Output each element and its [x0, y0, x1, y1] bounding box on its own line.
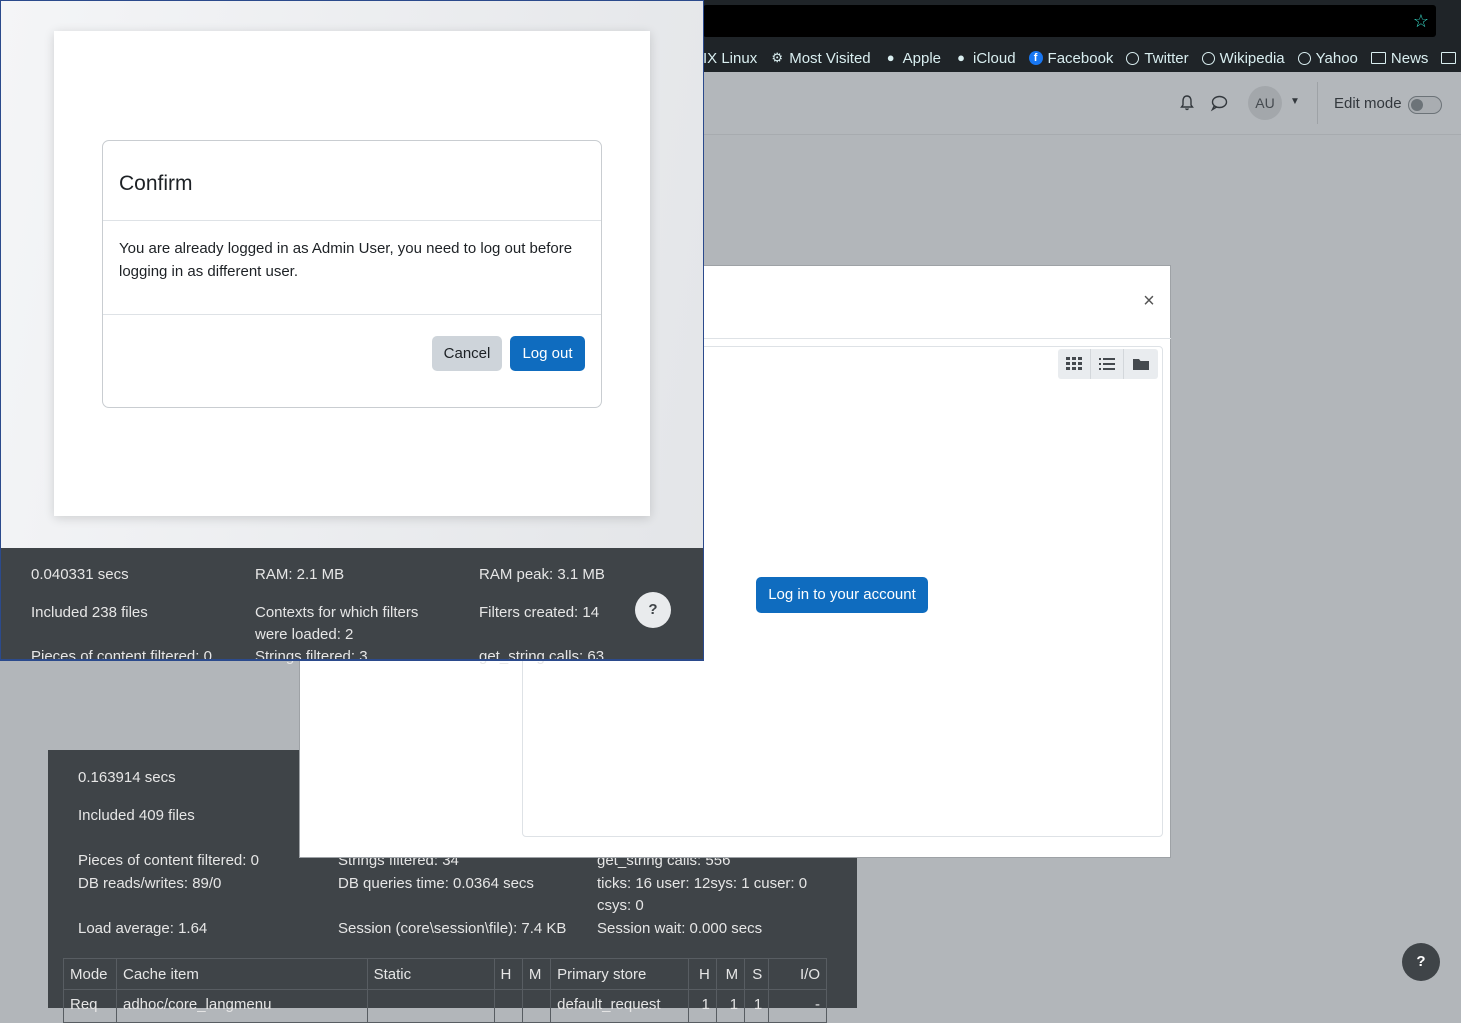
- view-icons-button[interactable]: [1058, 349, 1091, 379]
- debug-get-string-calls: get_string calls: 63: [479, 648, 605, 665]
- close-icon[interactable]: ×: [1140, 290, 1158, 312]
- bookmark-wikipedia[interactable]: Wikipedia: [1201, 50, 1285, 67]
- bookmark-most-visited[interactable]: ⚙ Most Visited: [770, 50, 870, 67]
- debug-pieces-filtered: Pieces of content filtered: 0: [78, 852, 259, 869]
- debug-load-average: Load average: 1.64: [78, 920, 208, 937]
- column-header: S: [744, 958, 770, 990]
- debug-ram: RAM: 2.1 MB: [255, 566, 345, 583]
- facebook-icon: f: [1028, 51, 1043, 65]
- url-bar[interactable]: [703, 5, 1436, 37]
- notification-bell-icon[interactable]: [1178, 94, 1196, 112]
- dialog-divider: [103, 314, 601, 315]
- debug-session-wait: Session wait: 0.000 secs: [597, 920, 763, 937]
- view-list-button[interactable]: [1091, 349, 1124, 379]
- bookmarks-bar: IX Linux ⚙ Most Visited ● Apple ● iCloud fF…: [703, 44, 1461, 72]
- column-header: H: [687, 958, 717, 990]
- bookmark-star-icon[interactable]: ☆: [1410, 10, 1432, 32]
- folder-icon: [1370, 52, 1386, 64]
- debug-db-queries-time: DB queries time: 0.0364 secs: [338, 875, 534, 892]
- column-header: Primary store: [550, 958, 689, 990]
- debug-ram-peak: RAM peak: 3.1 MB: [479, 566, 605, 583]
- bookmark-news[interactable]: News: [1370, 50, 1428, 67]
- view-tree-button[interactable]: [1124, 349, 1157, 379]
- folder-icon: [1441, 52, 1457, 64]
- navbar-divider: [1317, 82, 1318, 124]
- table-cell: 1: [687, 989, 717, 1023]
- debug-time: 0.040331 secs: [31, 566, 129, 583]
- debug-db-reads-writes: DB reads/writes: 89/0: [78, 875, 222, 892]
- confirm-title: Confirm: [119, 172, 193, 195]
- logout-button[interactable]: Log out: [510, 336, 585, 371]
- messages-icon[interactable]: [1210, 94, 1228, 112]
- debug-included-files: Included 409 files: [78, 807, 195, 824]
- globe-icon: [1126, 51, 1140, 65]
- column-header: Static: [366, 958, 495, 990]
- table-cell: 1: [715, 989, 746, 1023]
- debug-filters-created: Filters created: 14: [479, 604, 600, 621]
- bookmark-apple[interactable]: ● Apple: [884, 50, 941, 67]
- apple-icon: ●: [957, 50, 965, 65]
- table-cell: default_request: [550, 989, 689, 1023]
- cancel-button[interactable]: Cancel: [432, 336, 502, 371]
- folder-icon: [1132, 359, 1149, 370]
- debug-time: 0.163914 secs: [78, 769, 176, 786]
- table-cell: 1: [744, 989, 770, 1023]
- column-header: I/O: [768, 958, 827, 990]
- window-border-bottom: [1, 659, 703, 661]
- chevron-down-icon[interactable]: ▼: [1290, 96, 1302, 108]
- table-header-row: Mode Cache item Static H M Primary store…: [63, 958, 827, 990]
- help-button[interactable]: ?: [1402, 943, 1440, 981]
- list-icon: [1099, 358, 1115, 370]
- apple-icon: ●: [886, 50, 895, 65]
- bookmark-p[interactable]: P: [1441, 50, 1461, 67]
- debug-strings-filtered: Strings filtered: 3: [255, 648, 368, 665]
- login-button[interactable]: Log in to your account: [756, 577, 928, 613]
- table-cell: adhoc/core_langmenu: [115, 989, 368, 1023]
- globe-icon: [1201, 51, 1215, 65]
- grid-icon: [1066, 357, 1082, 370]
- globe-icon: [1297, 51, 1311, 65]
- table-cell: [366, 989, 495, 1023]
- table-cell: Req: [63, 989, 117, 1023]
- bookmark-yahoo[interactable]: Yahoo: [1297, 50, 1358, 67]
- debug-ticks: ticks: 16 user: 12sys: 1 cuser: 0 csys: …: [597, 875, 808, 914]
- debug-session-size: Session (core\session\file): 7.4 KB: [338, 920, 567, 937]
- debug-contexts-loaded: Contexts for which filters were loaded: …: [255, 604, 419, 643]
- column-header: Mode: [63, 958, 117, 990]
- bookmark-facebook[interactable]: f Facebook: [1028, 50, 1113, 67]
- table-row: Req adhoc/core_langmenu default_request …: [63, 989, 827, 1023]
- table-cell: -: [768, 989, 827, 1023]
- cache-stats-table: Mode Cache item Static H M Primary store…: [63, 958, 827, 1023]
- column-header: Cache item: [115, 958, 368, 990]
- help-button[interactable]: ?: [635, 592, 671, 628]
- gear-icon: ⚙: [771, 50, 784, 65]
- bookmark-twitter[interactable]: Twitter: [1126, 50, 1189, 67]
- column-header: H: [493, 958, 523, 990]
- bookmark-linux[interactable]: IX Linux: [703, 50, 757, 67]
- column-header: M: [521, 958, 552, 990]
- table-cell: [493, 989, 523, 1023]
- edit-mode-toggle-knob: [1411, 99, 1423, 111]
- column-header: M: [715, 958, 746, 990]
- view-toolbar: [1058, 349, 1158, 379]
- user-avatar[interactable]: AU: [1248, 86, 1282, 120]
- table-cell: [521, 989, 552, 1023]
- debug-included-files: Included 238 files: [31, 604, 148, 621]
- bookmark-icloud[interactable]: ● iCloud: [954, 50, 1015, 67]
- debug-pieces-filtered: Pieces of content filtered: 0: [31, 648, 212, 665]
- dialog-divider: [103, 220, 601, 221]
- edit-mode-label: Edit mode: [1334, 95, 1402, 112]
- confirm-message: You are already logged in as Admin User,…: [119, 240, 573, 280]
